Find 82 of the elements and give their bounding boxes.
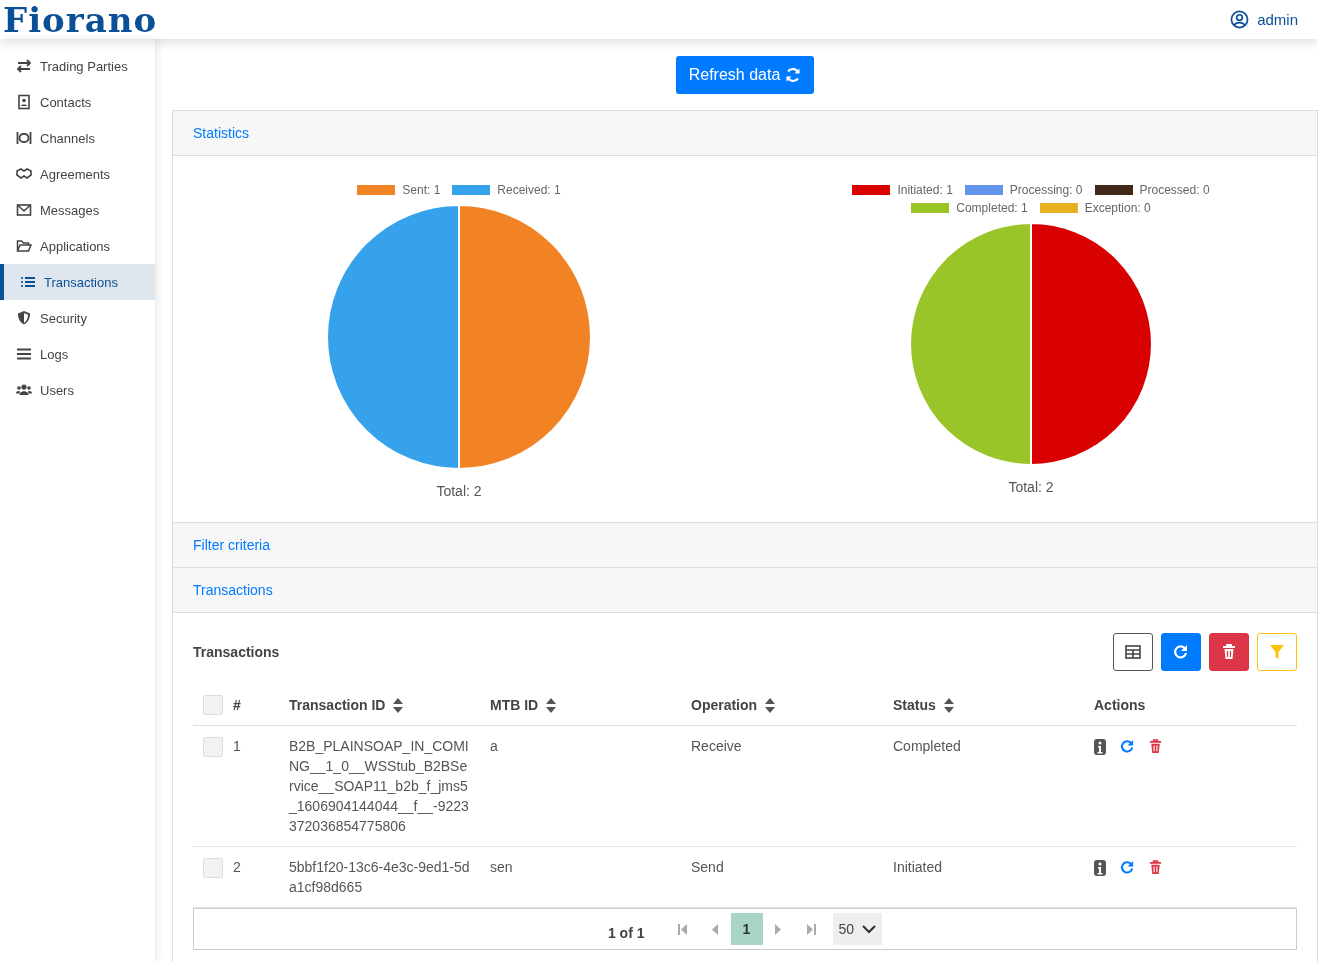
sidebar-item[interactable]: Messages — [0, 192, 155, 228]
user-icon — [1230, 10, 1250, 29]
last-page-icon — [805, 923, 816, 935]
column-header[interactable]: Transaction ID — [289, 697, 386, 713]
arrows-icon — [16, 58, 32, 74]
chart-total: Total: 2 — [436, 483, 482, 499]
sidebar-item[interactable]: Agreements — [0, 156, 155, 192]
column-header[interactable]: MTB ID — [490, 697, 539, 713]
legend-label: Exception: 0 — [1084, 201, 1151, 215]
chevron-down-icon — [862, 924, 877, 934]
refresh-button[interactable]: Refresh data — [675, 56, 815, 94]
table-cell: Initiated — [893, 859, 943, 875]
first-page-icon — [677, 923, 688, 935]
table-cell: 5bbf1f20-13c6-4e3c-9ed1-5da1cf98d665 — [289, 859, 470, 895]
sort-icon[interactable] — [546, 697, 557, 713]
menu-icon — [16, 346, 32, 362]
sidebar-item[interactable]: Transactions — [0, 264, 155, 300]
legend-label: Sent: 1 — [402, 183, 441, 197]
refresh-icon[interactable] — [1120, 739, 1135, 754]
table-icon — [1125, 645, 1141, 659]
sidebar-item[interactable]: Security — [0, 300, 155, 336]
sort-icon[interactable] — [765, 697, 776, 713]
table-cell: 2 — [233, 859, 241, 875]
table-cell: Receive — [691, 738, 742, 754]
next-icon — [775, 923, 782, 935]
users-icon — [16, 382, 32, 398]
page-size-select[interactable]: 50 — [832, 913, 883, 945]
delete-icon[interactable] — [1149, 739, 1162, 754]
sidebar-item[interactable]: Trading Parties — [0, 48, 155, 84]
table-cell: sen — [490, 859, 513, 875]
column-header[interactable]: Operation — [691, 697, 758, 713]
section-header[interactable]: Filter criteria — [173, 523, 1317, 568]
list-icon — [20, 274, 36, 290]
sidebar-item[interactable]: Channels — [0, 120, 155, 156]
columns-button[interactable] — [1113, 633, 1153, 671]
legend-label: Processed: 0 — [1139, 183, 1210, 197]
sidebar-item[interactable]: Logs — [0, 336, 155, 372]
legend-label: Initiated: 1 — [897, 183, 953, 197]
sidebar-item[interactable]: Applications — [0, 228, 155, 264]
refresh-icon — [1173, 644, 1189, 660]
table-cell: Send — [691, 859, 724, 875]
row-checkbox[interactable] — [203, 858, 223, 878]
info-icon[interactable] — [1094, 860, 1106, 876]
table-cell: B2B_PLAINSOAP_IN_COMING__1_0__WSStub_B2BService__SOAP11_b2b_f_jms5_1606904144044__f__-9223372036854775806 — [289, 738, 469, 834]
folder-icon — [16, 238, 32, 254]
channel-icon — [16, 130, 32, 146]
section-header[interactable]: Statistics — [173, 111, 1317, 156]
info-icon[interactable] — [1094, 739, 1106, 755]
page-button[interactable]: 1 — [730, 913, 763, 945]
handshake-icon — [16, 166, 32, 182]
shield-icon — [16, 310, 32, 326]
envelope-icon — [16, 202, 32, 218]
table-title: Transactions — [193, 644, 280, 660]
table-cell: a — [490, 738, 498, 754]
legend-label: Received: 1 — [497, 183, 561, 197]
refresh-icon[interactable] — [1120, 860, 1135, 875]
previous-icon — [711, 923, 718, 935]
table-cell: Completed — [893, 738, 961, 754]
delete-button[interactable] — [1209, 633, 1249, 671]
column-header: # — [233, 697, 241, 713]
sidebar-item[interactable]: Contacts — [0, 84, 155, 120]
row-checkbox[interactable] — [203, 737, 223, 757]
refresh-icon — [785, 67, 802, 83]
filter-icon — [1269, 644, 1285, 660]
chart-total: Total: 2 — [1008, 479, 1054, 495]
refresh-button[interactable] — [1161, 633, 1201, 671]
column-header: Actions — [1094, 697, 1146, 713]
trash-icon — [1222, 644, 1236, 660]
section-header[interactable]: Transactions — [173, 568, 1317, 613]
select-all-checkbox[interactable] — [203, 695, 223, 715]
column-header[interactable]: Status — [893, 697, 936, 713]
legend-label: Processing: 0 — [1009, 183, 1083, 197]
contact-card-icon — [16, 94, 32, 110]
page-summary: 1 of 1 — [607, 925, 645, 941]
table-cell: 1 — [233, 738, 241, 754]
user-name[interactable]: admin — [1257, 11, 1298, 28]
legend-label: Completed: 1 — [956, 201, 1028, 215]
delete-icon[interactable] — [1149, 860, 1162, 875]
logo: Fiorano — [3, 1, 158, 38]
sort-icon[interactable] — [393, 697, 404, 713]
sidebar-item[interactable]: Users — [0, 372, 155, 408]
sort-icon[interactable] — [943, 697, 954, 713]
